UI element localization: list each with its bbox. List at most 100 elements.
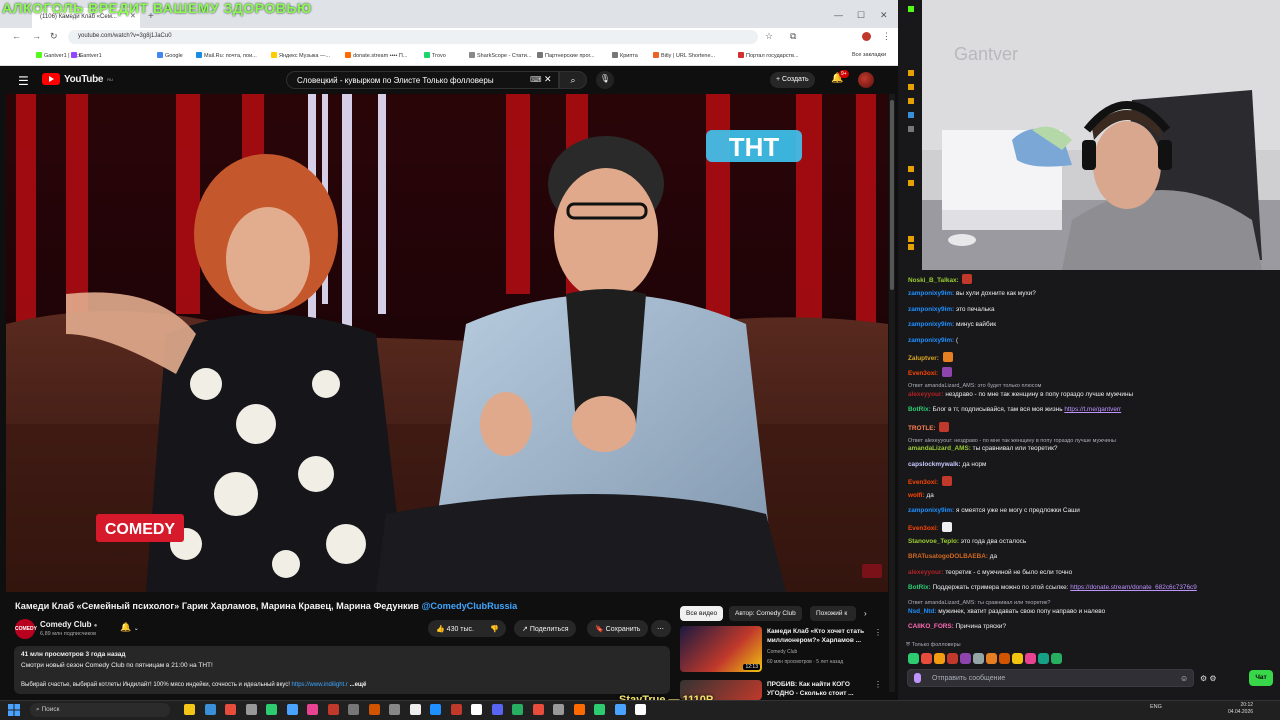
chat-username[interactable]: capslockmywalk: bbox=[908, 461, 961, 468]
extensions-icon[interactable]: ⧉ bbox=[790, 31, 796, 42]
menu-icon[interactable]: ⋮ bbox=[882, 31, 891, 42]
chat-username[interactable]: zamponixy9im: bbox=[908, 321, 954, 328]
chat-mic-icon[interactable] bbox=[914, 673, 921, 683]
dislike-button[interactable]: 👎 bbox=[484, 620, 506, 637]
app-icon[interactable] bbox=[532, 704, 544, 715]
emote-icon[interactable] bbox=[947, 653, 958, 664]
channel-name[interactable]: Comedy Club ● bbox=[40, 620, 97, 629]
emote-icon[interactable] bbox=[908, 653, 919, 664]
app-icon[interactable] bbox=[368, 704, 380, 715]
emote-icon[interactable] bbox=[973, 653, 984, 664]
chat-link[interactable]: https://donate.stream/donate_682c6c7376c… bbox=[1070, 584, 1196, 591]
show-more-link[interactable]: ...ещё bbox=[350, 682, 367, 688]
reload-icon[interactable]: ↻ bbox=[50, 31, 58, 42]
emoji-picker-icon[interactable]: ☺ bbox=[1180, 674, 1188, 683]
chevron-right-icon[interactable]: › bbox=[864, 609, 867, 618]
emote-icon[interactable] bbox=[921, 653, 932, 664]
chat-username[interactable]: Noski_B_Talkax: bbox=[908, 277, 959, 284]
telegram-icon[interactable] bbox=[430, 704, 441, 715]
save-button[interactable]: 🔖 Сохранить bbox=[587, 620, 649, 637]
system-tray[interactable]: ENG bbox=[1150, 704, 1162, 710]
app-icon[interactable] bbox=[512, 704, 523, 715]
channel-avatar[interactable]: COMEDY bbox=[15, 619, 37, 639]
description-link[interactable]: https://www.indilight.r bbox=[292, 682, 348, 688]
address-bar[interactable]: youtube.com/watch?v=3g8j1JaCu0 bbox=[68, 30, 758, 44]
bookmark-item[interactable]: donate.stream •••• П... bbox=[345, 52, 407, 59]
bookmark-item[interactable]: SharkScope - Стати... bbox=[469, 52, 531, 59]
video-player[interactable]: ТНТ COMEDY bbox=[6, 94, 888, 592]
chat-username[interactable]: Stanovoe_Teplo: bbox=[908, 538, 959, 545]
app-icon[interactable] bbox=[573, 704, 585, 715]
rec-thumbnail[interactable]: 12:13 bbox=[680, 626, 762, 672]
chrome-icon[interactable] bbox=[450, 704, 462, 715]
app-icon[interactable] bbox=[553, 704, 564, 715]
close-window-icon[interactable]: ✕ bbox=[880, 10, 888, 21]
bookmark-item[interactable]: Крипта bbox=[612, 52, 638, 59]
bookmark-item[interactable]: Trovo bbox=[424, 52, 446, 59]
channel-tag-link[interactable]: @ComedyClubRussia bbox=[421, 601, 517, 611]
like-button[interactable]: 👍 430 тыс. bbox=[428, 620, 484, 637]
back-icon[interactable]: ← bbox=[12, 31, 21, 41]
profile-icon[interactable] bbox=[862, 32, 871, 41]
chat-username[interactable]: zamponixy9im: bbox=[908, 306, 954, 313]
app-icon[interactable] bbox=[286, 704, 298, 715]
bookmark-item[interactable]: Bitly | URL Shortene... bbox=[653, 52, 715, 59]
emote-icon[interactable] bbox=[960, 653, 971, 664]
youtube-logo[interactable]: YouTube RU bbox=[42, 73, 113, 85]
chat-link[interactable]: https://t.me/gantverr bbox=[1064, 406, 1121, 413]
account-avatar[interactable] bbox=[858, 72, 874, 88]
app-icon[interactable] bbox=[389, 704, 400, 715]
bookmark-item[interactable]: Gantver1 bbox=[71, 52, 102, 59]
chat-username[interactable]: alexeyyour: bbox=[908, 391, 944, 398]
app-icon[interactable] bbox=[635, 704, 646, 715]
chat-username[interactable]: BotRix: bbox=[908, 584, 931, 591]
rec-more-icon[interactable]: ⋮ bbox=[874, 628, 882, 637]
search-button[interactable]: ⌕ bbox=[559, 71, 587, 89]
star-icon[interactable]: ☆ bbox=[765, 31, 773, 42]
keyboard-icon[interactable]: ⌨ bbox=[530, 75, 542, 84]
windows-start-icon[interactable] bbox=[8, 704, 20, 716]
chat-username[interactable]: zamponixy9im: bbox=[908, 507, 954, 514]
bookmark-item[interactable]: Mail.Ru: почта, пои... bbox=[196, 52, 257, 59]
sticky-notes-icon[interactable] bbox=[184, 704, 195, 715]
chat-input[interactable]: Отправить сообщение bbox=[907, 669, 1194, 687]
chat-send-button[interactable]: Чат bbox=[1249, 670, 1273, 686]
chat-username[interactable]: Zaluptver: bbox=[908, 355, 939, 362]
chat-username[interactable]: CAIIKO_FORS: bbox=[908, 623, 954, 630]
chat-username[interactable]: alexeyyour: bbox=[908, 569, 944, 576]
chat-username[interactable]: BRATusatogoDOLBAEBA: bbox=[908, 553, 988, 560]
maximize-icon[interactable]: ☐ bbox=[857, 10, 865, 21]
bookmark-item[interactable]: Google bbox=[157, 52, 183, 59]
app-icon[interactable] bbox=[471, 704, 482, 715]
create-button[interactable]: + Создать bbox=[770, 72, 815, 88]
bookmark-item[interactable]: Партнерские прог... bbox=[537, 52, 594, 59]
explorer-icon[interactable] bbox=[245, 704, 257, 715]
hamburger-menu-icon[interactable]: ☰ bbox=[18, 74, 29, 88]
emote-icon[interactable] bbox=[1025, 653, 1036, 664]
voice-search-icon[interactable]: 🎙 bbox=[596, 71, 614, 89]
chat-username[interactable]: Even3oxi: bbox=[908, 525, 938, 532]
bookmark-item[interactable]: Портал государств... bbox=[738, 52, 799, 59]
clear-search-icon[interactable]: ✕ bbox=[544, 74, 552, 85]
chat-username[interactable]: amandaLizard_AMS: bbox=[908, 445, 971, 452]
emote-icon[interactable] bbox=[986, 653, 997, 664]
app-icon[interactable] bbox=[348, 704, 359, 715]
chat-username[interactable]: zamponixy9im: bbox=[908, 290, 954, 297]
taskbar-search[interactable]: ⌕ Поиск bbox=[30, 703, 170, 717]
rec-title[interactable]: ПРОБИВ: Как найти КОГО УГОДНО - Сколько … bbox=[767, 680, 875, 698]
search-input[interactable]: Словецкий - кувырком по Элисте Только фо… bbox=[286, 71, 559, 89]
share-button[interactable]: ↗ Поделиться bbox=[514, 620, 577, 637]
chat-settings-icon[interactable]: ⚙ ⚙ bbox=[1200, 674, 1217, 683]
rec-more-icon[interactable]: ⋮ bbox=[874, 680, 882, 689]
rec-title[interactable]: Камеди Клаб «Кто хочет стать миллионером… bbox=[767, 627, 875, 645]
terminal-icon[interactable] bbox=[266, 704, 277, 715]
subscribe-bell-icon[interactable]: 🔔 ⌄ bbox=[120, 622, 139, 633]
chip-all-videos[interactable]: Все видео bbox=[680, 606, 724, 621]
chat-username[interactable]: wolfi: bbox=[908, 492, 925, 499]
chat-username[interactable]: BotRix: bbox=[908, 406, 931, 413]
yandex-icon[interactable] bbox=[225, 704, 236, 715]
emote-icon[interactable] bbox=[934, 653, 945, 664]
chat-username[interactable]: Even3oxi: bbox=[908, 479, 938, 486]
emote-icon[interactable] bbox=[999, 653, 1010, 664]
discord-icon[interactable] bbox=[491, 704, 503, 715]
